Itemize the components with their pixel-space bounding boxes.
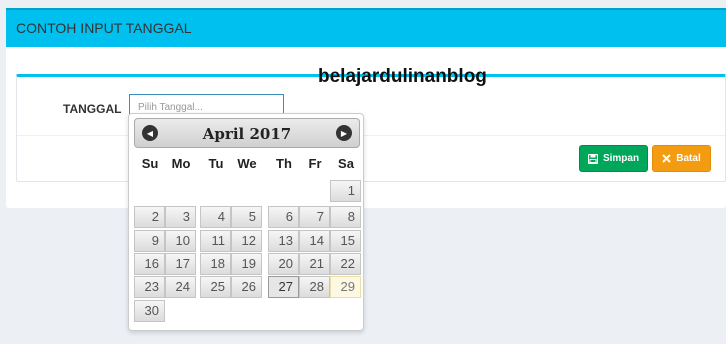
day-cell[interactable]: 30 (134, 300, 165, 322)
day-cell[interactable]: 3 (165, 206, 196, 228)
day-cell[interactable]: 10 (165, 230, 196, 252)
day-cell[interactable]: 27 (268, 276, 299, 298)
form-panel: CONTOH INPUT TANGGAL TANGGAL (6, 8, 726, 208)
day-cell[interactable]: 11 (200, 230, 231, 252)
day-cell[interactable]: 28 (299, 276, 330, 298)
floppy-icon (587, 153, 598, 164)
day-cell[interactable]: 18 (200, 253, 231, 275)
weekday-header: Th (276, 156, 292, 171)
day-cell[interactable]: 17 (165, 253, 196, 275)
weekday-header: Su (141, 156, 159, 171)
close-icon (662, 154, 671, 163)
weekday-header: Tu (208, 156, 224, 171)
day-cell[interactable]: 5 (231, 206, 262, 228)
day-cell[interactable]: 6 (268, 206, 299, 228)
weekday-header: We (237, 156, 257, 171)
save-button-label: Simpan (602, 153, 640, 164)
day-cell[interactable]: 23 (134, 276, 165, 298)
weekday-header: Fr (308, 156, 322, 171)
day-cell[interactable]: 4 (200, 206, 231, 228)
day-cell[interactable]: 8 (330, 206, 361, 228)
form-divider (17, 135, 725, 136)
day-cell[interactable]: 1 (330, 180, 361, 202)
day-cell[interactable]: 25 (200, 276, 231, 298)
day-cell[interactable]: 26 (231, 276, 262, 298)
day-cell[interactable]: 16 (134, 253, 165, 275)
day-cell[interactable]: 20 (268, 253, 299, 275)
day-cell[interactable]: 12 (231, 230, 262, 252)
panel-title: CONTOH INPUT TANGGAL (16, 20, 192, 36)
weekday-header: Mo (171, 156, 191, 171)
date-label: TANGGAL (63, 102, 122, 116)
cancel-button[interactable]: Batal (652, 145, 711, 172)
datepicker-header: ◀ April 2017 ▶ (134, 118, 360, 148)
day-cell[interactable]: 21 (299, 253, 330, 275)
day-cell[interactable]: 15 (330, 230, 361, 252)
day-cell[interactable]: 22 (330, 253, 361, 275)
day-cell[interactable]: 2 (134, 206, 165, 228)
day-cell[interactable]: 19 (231, 253, 262, 275)
next-month-button[interactable]: ▶ (336, 125, 352, 141)
day-cell[interactable]: 9 (134, 230, 165, 252)
cancel-button-label: Batal (676, 153, 701, 164)
day-cell[interactable]: 7 (299, 206, 330, 228)
day-cell[interactable]: 13 (268, 230, 299, 252)
day-cell[interactable]: 24 (165, 276, 196, 298)
weekday-header: Sa (338, 156, 354, 171)
day-cell[interactable]: 29 (330, 276, 361, 298)
panel-header: CONTOH INPUT TANGGAL (6, 8, 726, 47)
save-button[interactable]: Simpan (579, 145, 648, 172)
watermark-text: belajardulinanblog (318, 66, 487, 87)
day-cell[interactable]: 14 (299, 230, 330, 252)
datepicker-title: April 2017 (202, 125, 292, 143)
